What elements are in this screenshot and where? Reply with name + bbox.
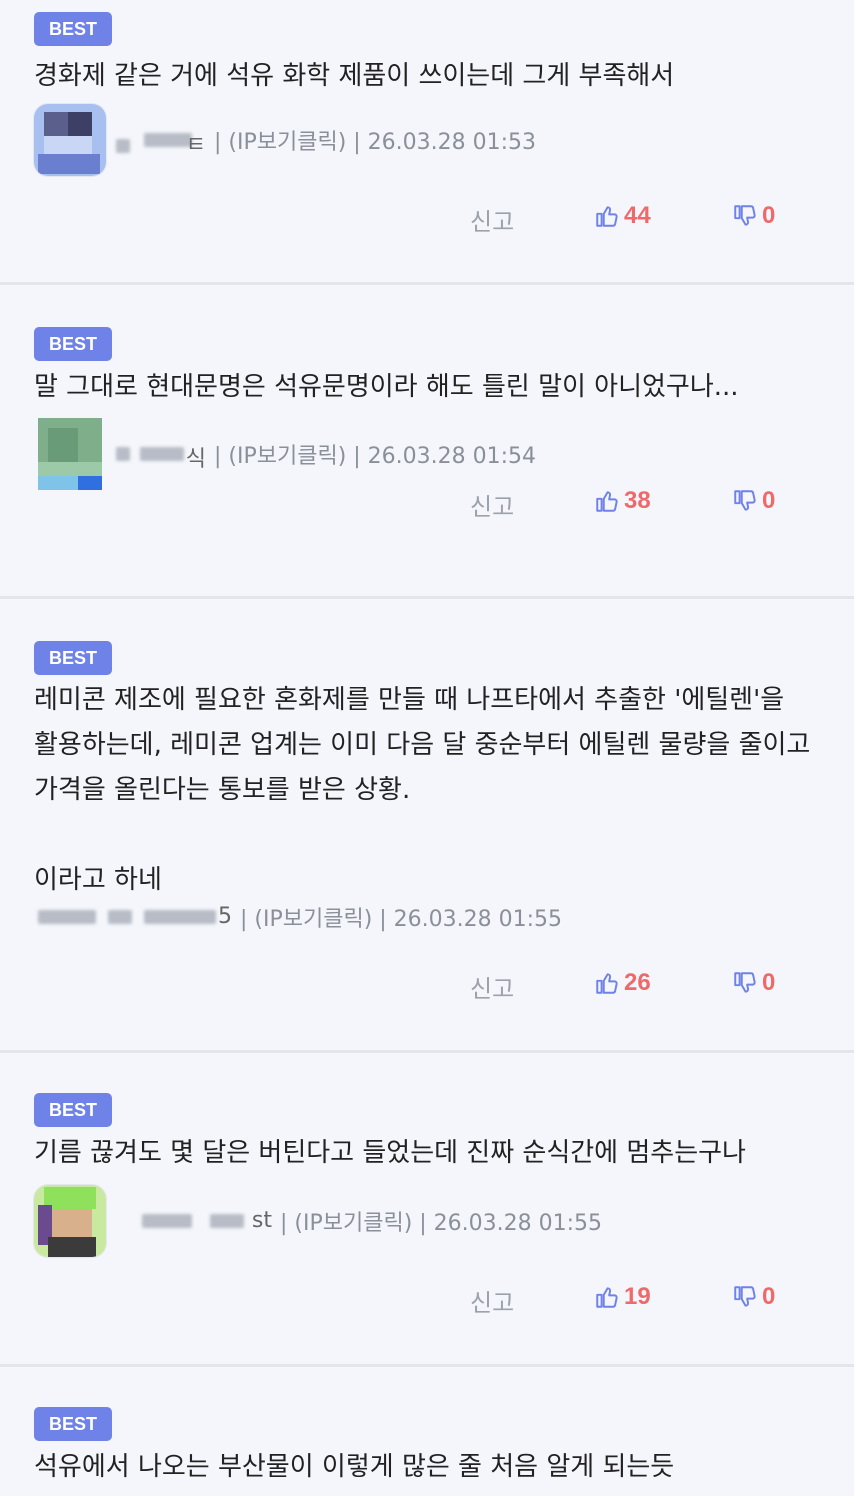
- best-badge: BEST: [34, 641, 112, 675]
- best-badge: BEST: [34, 1407, 112, 1441]
- author-name[interactable]: 식: [116, 441, 206, 472]
- author-name[interactable]: 5: [34, 904, 232, 930]
- dislike-count: 0: [762, 969, 776, 996]
- author-tail: 식: [185, 447, 206, 472]
- author-tail: st: [251, 1208, 272, 1233]
- comment-meta: 5 | (IP보기클릭) | 26.03.28 01:55: [34, 897, 562, 937]
- comment-item: BEST 석유에서 나오는 부산물이 이렇게 많은 줄 처음 알게 되는듯: [0, 1367, 854, 1496]
- avatar-pixel: [38, 462, 102, 476]
- like-button[interactable]: 26: [594, 969, 651, 997]
- thumbs-up-icon: [596, 206, 618, 227]
- comment-text: 경화제 같은 거에 석유 화학 제품이 쓰이는데 그게 부족해서: [34, 61, 675, 91]
- author-blur: [116, 447, 130, 461]
- like-button[interactable]: 44: [594, 202, 651, 230]
- thumbs-up-icon: [596, 1287, 618, 1308]
- thumbs-down-icon: [734, 1286, 756, 1307]
- avatar[interactable]: [34, 104, 106, 176]
- thumbs-down-icon: [734, 972, 756, 993]
- comment-text: 석유에서 나오는 부산물이 이렇게 많은 줄 처음 알게 되는듯: [34, 1452, 675, 1482]
- meta-info: | (IP보기클릭) | 26.03.28 01:54: [214, 444, 537, 469]
- comment-list: BEST 경화제 같은 거에 석유 화학 제품이 쓰이는데 그게 부족해서 ㅌ …: [0, 0, 854, 1496]
- author-blur: [108, 910, 132, 924]
- avatar[interactable]: [34, 418, 106, 490]
- avatar-pixel: [44, 136, 92, 154]
- meta-info: | (IP보기클릭) | 26.03.28 01:55: [280, 1211, 603, 1236]
- author-blur: [140, 447, 184, 461]
- dislike-count: 0: [762, 487, 776, 514]
- thumbs-down-icon: [734, 490, 756, 511]
- thumbs-up-icon: [596, 491, 618, 512]
- author-tail: 5: [218, 904, 232, 929]
- meta-info: | (IP보기클릭) | 26.03.28 01:53: [214, 130, 537, 155]
- avatar-pixel: [68, 112, 92, 136]
- comment-item: BEST 레미콘 제조에 필요한 혼화제를 만들 때 나프타에서 추출한 '에틸…: [0, 599, 854, 1053]
- author-blur: [38, 910, 96, 924]
- best-badge: BEST: [34, 327, 112, 361]
- comment-meta: ㅌ | (IP보기클릭) | 26.03.28 01:53: [34, 104, 536, 176]
- author-blur: [144, 910, 216, 924]
- like-button[interactable]: 38: [594, 487, 651, 515]
- like-button[interactable]: 19: [594, 1283, 651, 1311]
- avatar[interactable]: [34, 1185, 106, 1257]
- report-button[interactable]: 신고: [470, 1283, 514, 1318]
- comment-text: 기름 끊겨도 몇 달은 버틴다고 들었는데 진짜 순식간에 멈추는구나: [34, 1138, 746, 1168]
- report-button[interactable]: 신고: [470, 202, 514, 237]
- dislike-button[interactable]: 0: [732, 202, 775, 230]
- like-count: 26: [624, 969, 651, 996]
- comment-item: BEST 기름 끊겨도 몇 달은 버틴다고 들었는데 진짜 순식간에 멈추는구나…: [0, 1053, 854, 1367]
- author-blur: [116, 139, 130, 153]
- avatar-pixel: [48, 428, 78, 462]
- like-count: 38: [624, 487, 651, 514]
- thumbs-down-icon: [734, 205, 756, 226]
- author-name[interactable]: st: [142, 1208, 272, 1234]
- author-tail: ㅌ: [185, 133, 206, 158]
- comment-actions: 신고 44 0: [0, 202, 854, 242]
- comment-actions: 신고 19 0: [0, 1283, 854, 1323]
- best-badge: BEST: [34, 1093, 112, 1127]
- report-button[interactable]: 신고: [470, 487, 514, 522]
- thumbs-up-icon: [596, 973, 618, 994]
- author-name[interactable]: ㅌ: [116, 127, 206, 158]
- dislike-count: 0: [762, 202, 776, 229]
- comment-text: 레미콘 제조에 필요한 혼화제를 만들 때 나프타에서 추출한 '에틸렌'을 활…: [34, 685, 811, 895]
- best-badge: BEST: [34, 12, 112, 46]
- dislike-button[interactable]: 0: [732, 969, 775, 997]
- avatar-pixel: [52, 1209, 92, 1237]
- like-count: 44: [624, 202, 651, 229]
- report-button[interactable]: 신고: [470, 969, 514, 1004]
- dislike-button[interactable]: 0: [732, 1283, 775, 1311]
- meta-info: | (IP보기클릭) | 26.03.28 01:55: [240, 907, 563, 932]
- comment-item: BEST 경화제 같은 거에 석유 화학 제품이 쓰이는데 그게 부족해서 ㅌ …: [0, 0, 854, 285]
- comment-meta: 식 | (IP보기클릭) | 26.03.28 01:54: [34, 418, 536, 490]
- avatar-pixel: [44, 112, 68, 136]
- comment-actions: 신고 26 0: [0, 969, 854, 1009]
- author-blur: [142, 1214, 192, 1228]
- dislike-button[interactable]: 0: [732, 487, 775, 515]
- comment-actions: 신고 38 0: [0, 487, 854, 527]
- dislike-count: 0: [762, 1283, 776, 1310]
- comment-text: 말 그대로 현대문명은 석유문명이라 해도 틀린 말이 아니었구나...: [34, 372, 739, 402]
- avatar-pixel: [38, 154, 100, 174]
- author-blur: [210, 1214, 244, 1228]
- comment-meta: st | (IP보기클릭) | 26.03.28 01:55: [34, 1185, 602, 1257]
- like-count: 19: [624, 1283, 651, 1310]
- comment-item: BEST 말 그대로 현대문명은 석유문명이라 해도 틀린 말이 아니었구나..…: [0, 285, 854, 599]
- avatar-pixel: [48, 1237, 96, 1257]
